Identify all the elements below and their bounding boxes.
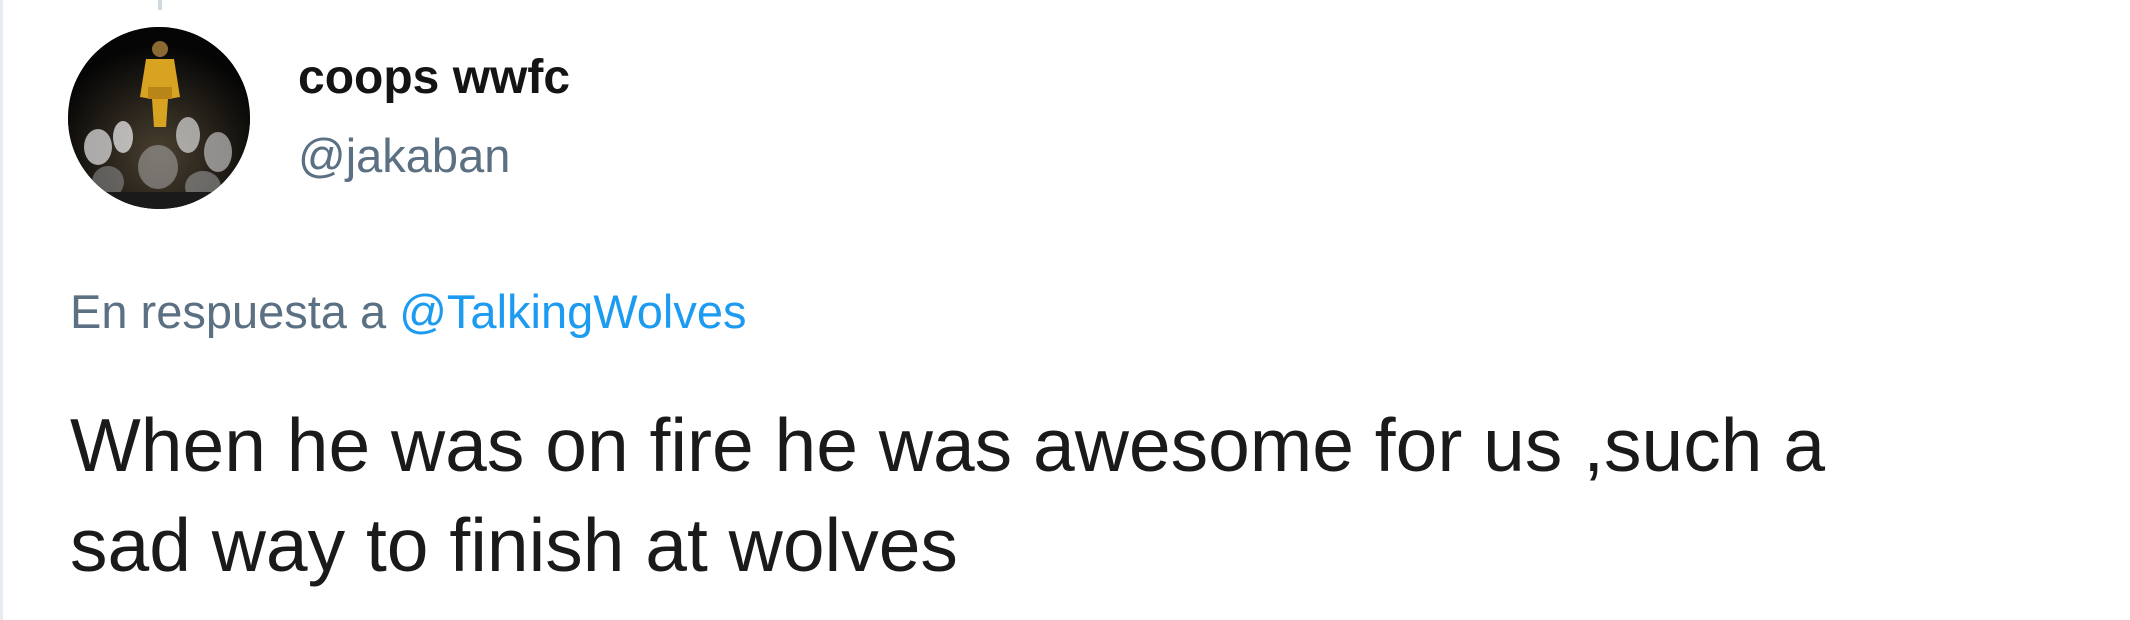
avatar[interactable]: [68, 27, 250, 209]
reply-target-link[interactable]: @TalkingWolves: [399, 285, 746, 338]
timeline-border: [0, 0, 3, 620]
reply-prefix: En respuesta a: [70, 285, 387, 338]
reply-context: En respuesta a @TalkingWolves: [70, 284, 746, 339]
author-handle[interactable]: @jakaban: [298, 128, 510, 183]
author-display-name[interactable]: coops wwfc: [298, 50, 570, 105]
thread-connector: [158, 0, 162, 10]
tweet-text: When he was on fire he was awesome for u…: [70, 403, 1826, 587]
avatar-photo-icon: [68, 27, 250, 209]
tweet-card[interactable]: coops wwfc @jakaban En respuesta a @Talk…: [0, 0, 2130, 620]
